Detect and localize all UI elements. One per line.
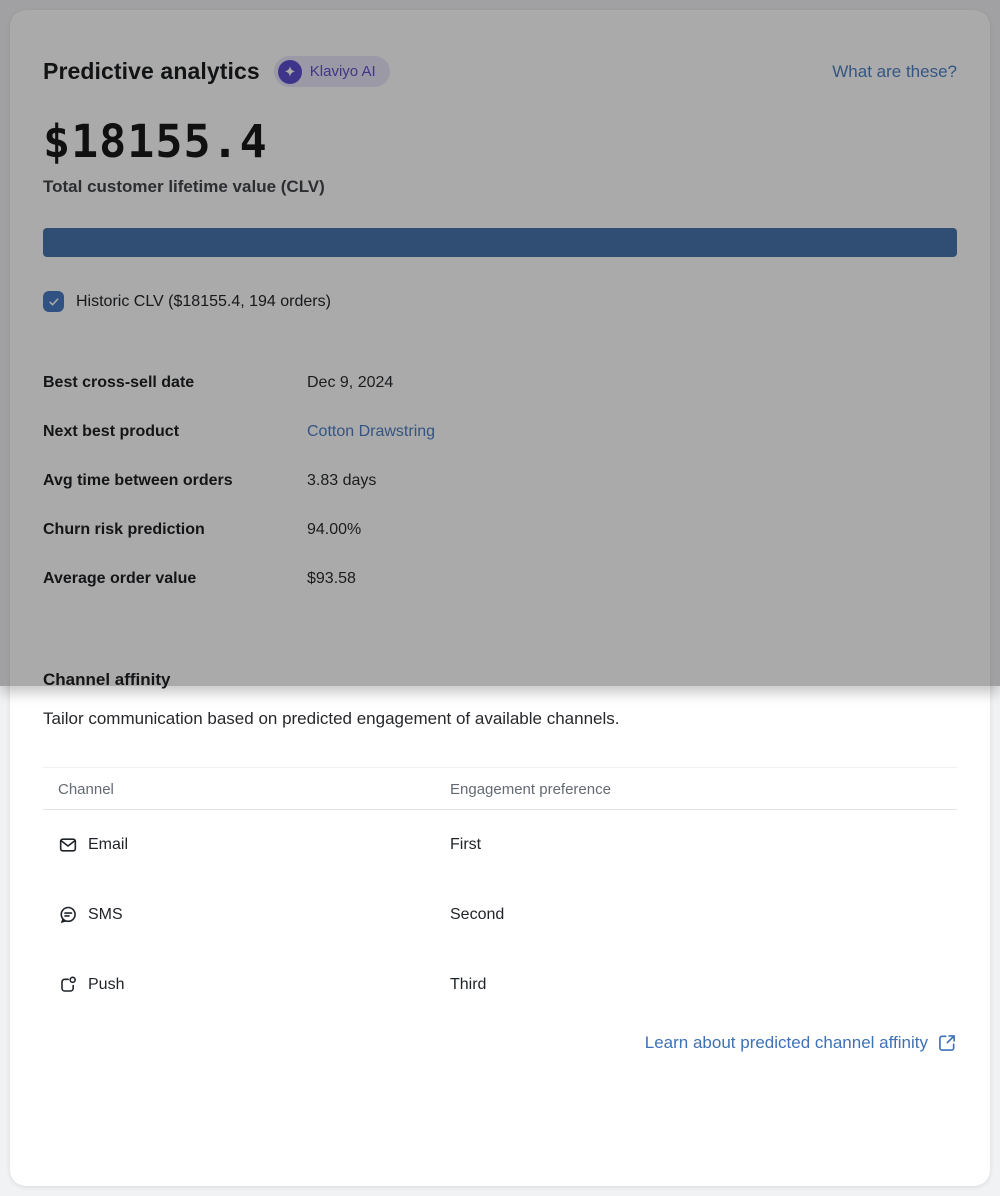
column-header-channel: Channel — [58, 781, 450, 798]
stat-row-next-best-product: Next best product Cotton Drawstring — [43, 408, 957, 457]
check-icon — [47, 295, 61, 309]
stat-row-churn-risk-prediction: Churn risk prediction 94.00% — [43, 506, 957, 555]
channel-affinity-table: Channel Engagement preference Email Firs… — [43, 767, 957, 1020]
clv-total-value: $18155.4 — [43, 115, 957, 168]
predictive-analytics-card: Predictive analytics Klaviyo AI What are… — [10, 10, 990, 1186]
stat-label: Next best product — [43, 423, 307, 441]
channel-label: SMS — [88, 906, 123, 924]
historic-clv-legend[interactable]: Historic CLV ($18155.4, 194 orders) — [43, 291, 957, 312]
email-icon — [58, 835, 78, 855]
stat-label: Average order value — [43, 570, 307, 588]
stat-value: 94.00% — [307, 521, 361, 539]
klaviyo-ai-badge-label: Klaviyo AI — [310, 63, 376, 80]
table-row-push: Push Third — [43, 950, 957, 1020]
historic-clv-bar — [43, 228, 957, 257]
channel-cell: Email — [58, 835, 450, 855]
sparkle-icon — [278, 60, 302, 84]
learn-link-label: Learn about predicted channel affinity — [645, 1033, 928, 1053]
stat-value: 3.83 days — [307, 472, 376, 490]
engagement-preference-value: Second — [450, 906, 504, 924]
engagement-preference-value: Third — [450, 976, 486, 994]
clv-total-label: Total customer lifetime value (CLV) — [43, 177, 957, 197]
table-row-email: Email First — [43, 810, 957, 880]
historic-clv-checkbox[interactable] — [43, 291, 64, 312]
stat-label: Churn risk prediction — [43, 521, 307, 539]
engagement-preference-value: First — [450, 836, 481, 854]
historic-clv-legend-label: Historic CLV ($18155.4, 194 orders) — [76, 293, 331, 311]
stat-row-average-order-value: Average order value $93.58 — [43, 555, 957, 604]
channel-affinity-section: Channel affinity Tailor communication ba… — [43, 670, 957, 1053]
push-icon — [58, 975, 78, 995]
stat-label: Best cross-sell date — [43, 374, 307, 392]
external-link-icon — [937, 1033, 957, 1053]
channel-cell: Push — [58, 975, 450, 995]
channel-affinity-title: Channel affinity — [43, 670, 957, 690]
what-are-these-link[interactable]: What are these? — [832, 62, 957, 82]
channel-label: Push — [88, 976, 124, 994]
stat-row-avg-time-between-orders: Avg time between orders 3.83 days — [43, 457, 957, 506]
stat-value: Dec 9, 2024 — [307, 374, 393, 392]
column-header-engagement-preference: Engagement preference — [450, 781, 611, 798]
stat-label: Avg time between orders — [43, 472, 307, 490]
predictive-stats-list: Best cross-sell date Dec 9, 2024 Next be… — [43, 359, 957, 604]
stat-row-best-cross-sell-date: Best cross-sell date Dec 9, 2024 — [43, 359, 957, 408]
next-best-product-link[interactable]: Cotton Drawstring — [307, 423, 435, 441]
channel-cell: SMS — [58, 905, 450, 925]
sms-icon — [58, 905, 78, 925]
channel-label: Email — [88, 836, 128, 854]
channel-affinity-description: Tailor communication based on predicted … — [43, 709, 957, 729]
page-title: Predictive analytics — [43, 58, 260, 85]
stat-value: $93.58 — [307, 570, 356, 588]
card-header: Predictive analytics Klaviyo AI What are… — [43, 56, 957, 87]
klaviyo-ai-badge: Klaviyo AI — [274, 56, 390, 87]
table-row-sms: SMS Second — [43, 880, 957, 950]
learn-link-row: Learn about predicted channel affinity — [43, 1033, 957, 1053]
learn-about-channel-affinity-link[interactable]: Learn about predicted channel affinity — [645, 1033, 957, 1053]
table-header-row: Channel Engagement preference — [43, 768, 957, 810]
